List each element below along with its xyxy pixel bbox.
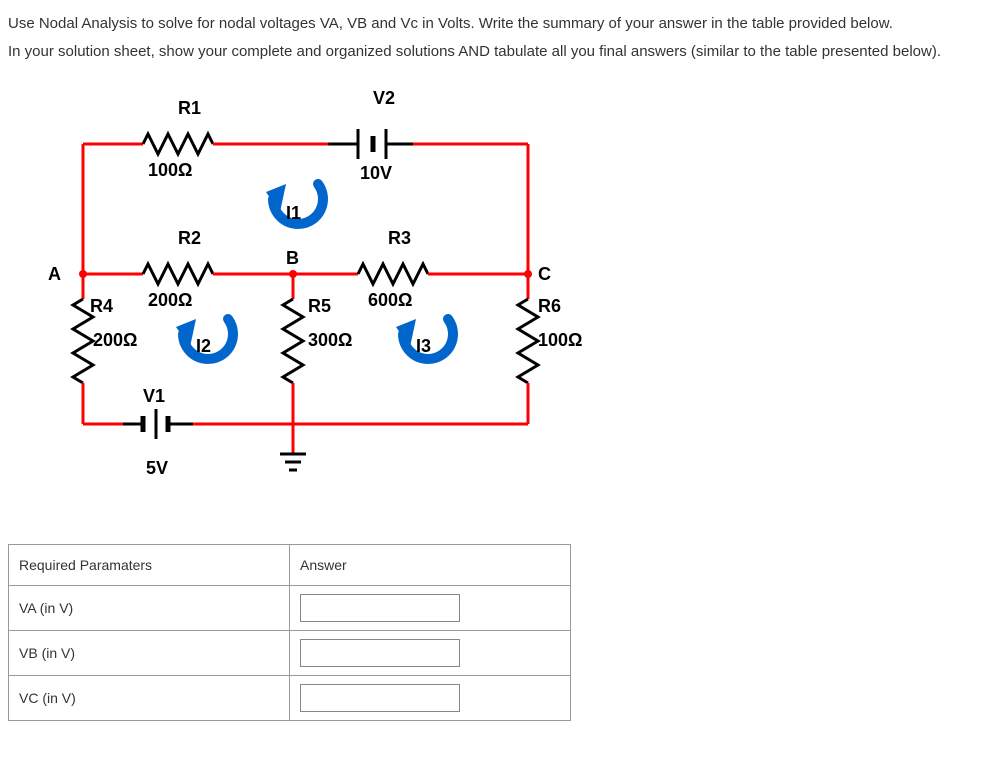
label-r4-val: 200Ω <box>93 330 137 350</box>
row-label-va: VA (in V) <box>9 586 290 631</box>
label-i1: I1 <box>286 203 301 223</box>
instruction-line-1: Use Nodal Analysis to solve for nodal vo… <box>8 12 991 36</box>
label-r5: R5 <box>308 296 331 316</box>
label-i3: I3 <box>416 336 431 356</box>
problem-instructions: Use Nodal Analysis to solve for nodal vo… <box>8 12 991 64</box>
row-label-vc: VC (in V) <box>9 676 290 721</box>
header-required: Required Paramaters <box>9 545 290 586</box>
node-a-label: A <box>48 264 61 284</box>
label-v2: V2 <box>373 88 395 108</box>
table-row: VA (in V) <box>9 586 571 631</box>
label-r3: R3 <box>388 228 411 248</box>
node-b-label: B <box>286 248 299 268</box>
header-answer: Answer <box>290 545 571 586</box>
row-label-vb: VB (in V) <box>9 631 290 676</box>
label-r1: R1 <box>178 98 201 118</box>
vc-input[interactable] <box>300 684 460 712</box>
label-v2-val: 10V <box>360 163 392 183</box>
instruction-line-2: In your solution sheet, show your comple… <box>8 40 991 64</box>
vb-input[interactable] <box>300 639 460 667</box>
label-r1-val: 100Ω <box>148 160 192 180</box>
circuit-diagram: R1 100Ω V2 10V R2 200Ω R3 600Ω B A C R4 … <box>28 84 588 514</box>
label-v1: V1 <box>143 386 165 406</box>
table-row: VB (in V) <box>9 631 571 676</box>
label-r6-val: 100Ω <box>538 330 582 350</box>
label-r5-val: 300Ω <box>308 330 352 350</box>
label-v1-val: 5V <box>146 458 168 478</box>
label-r2-val: 200Ω <box>148 290 192 310</box>
label-r2: R2 <box>178 228 201 248</box>
table-header-row: Required Paramaters Answer <box>9 545 571 586</box>
va-input[interactable] <box>300 594 460 622</box>
label-i2: I2 <box>196 336 211 356</box>
node-c-label: C <box>538 264 551 284</box>
label-r4: R4 <box>90 296 113 316</box>
table-row: VC (in V) <box>9 676 571 721</box>
label-r6: R6 <box>538 296 561 316</box>
label-r3-val: 600Ω <box>368 290 412 310</box>
answer-table: Required Paramaters Answer VA (in V) VB … <box>8 544 571 721</box>
